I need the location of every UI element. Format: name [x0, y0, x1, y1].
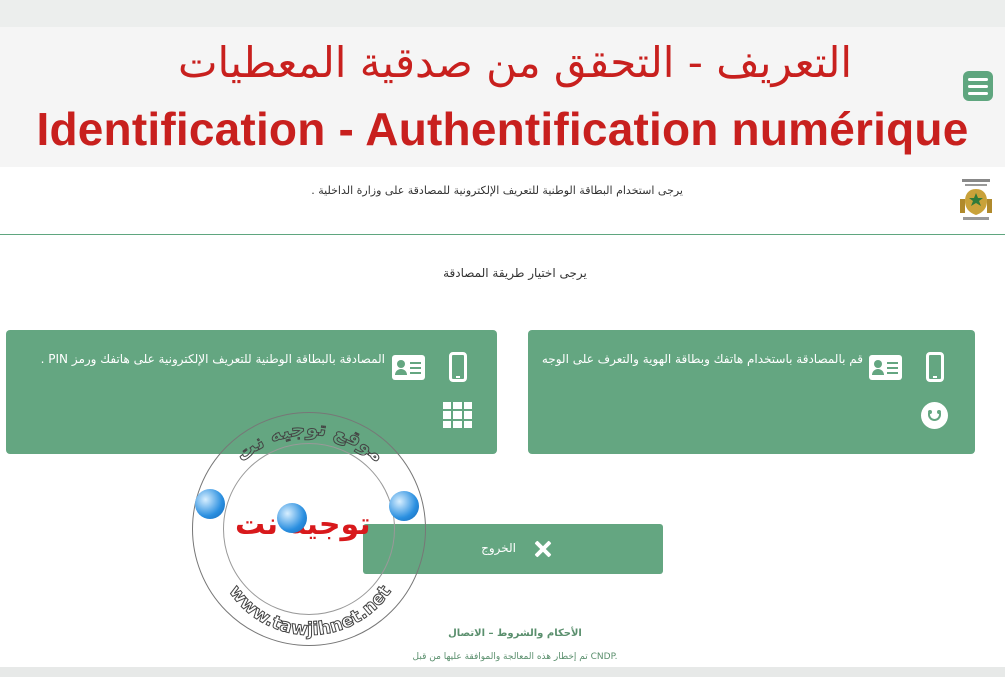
- keypad-icon: [443, 402, 472, 428]
- bubble-icon: [389, 491, 419, 521]
- bubble-icon: [195, 489, 225, 519]
- watermark-ring-top: موقع توجيه نت: [230, 415, 390, 467]
- footer-links[interactable]: الأحكام والشروط – الاتصال: [0, 628, 1005, 639]
- header-instruction: يرجى استخدام البطاقة الوطنية للتعريف الإ…: [311, 184, 683, 197]
- header: يرجى استخدام البطاقة الوطنية للتعريف الإ…: [0, 167, 1005, 234]
- watermark: موقع توجيه نت www.tawjihnet.net توجيه نت: [192, 412, 426, 646]
- menu-icon[interactable]: [963, 71, 993, 101]
- close-icon: [534, 540, 552, 558]
- banner-title-fr: Identification - Authentification numéri…: [36, 103, 969, 155]
- top-strip: [0, 0, 1005, 27]
- divider: [0, 234, 1005, 235]
- auth-option-face[interactable]: قم بالمصادقة باستخدام هاتفك وبطاقة الهوي…: [528, 330, 975, 454]
- id-card-icon: [392, 355, 425, 380]
- auth-option-label: قم بالمصادقة باستخدام هاتفك وبطاقة الهوي…: [541, 352, 863, 366]
- bubble-icon: [277, 503, 307, 533]
- footer-note: تم إخطار هذه المعالجة والموافقة عليها من…: [412, 652, 618, 662]
- banner: التعريف - التحقق من صدقية المعطيات Ident…: [0, 27, 1005, 167]
- bottom-strip: [0, 667, 1005, 677]
- svg-text:موقع توجيه نت: موقع توجيه نت: [231, 416, 390, 467]
- method-prompt: يرجى اختيار طريقة المصادقة: [443, 266, 587, 280]
- auth-option-label: المصادقة بالبطاقة الوطنية للتعريف الإلكت…: [40, 352, 385, 366]
- phone-icon: [926, 352, 944, 382]
- phone-icon: [449, 352, 467, 382]
- id-card-icon: [869, 355, 902, 380]
- crest-icon: [960, 179, 992, 220]
- banner-title-ar: التعريف - التحقق من صدقية المعطيات: [177, 38, 853, 87]
- logout-label: الخروج: [481, 541, 516, 555]
- face-icon: [921, 402, 948, 429]
